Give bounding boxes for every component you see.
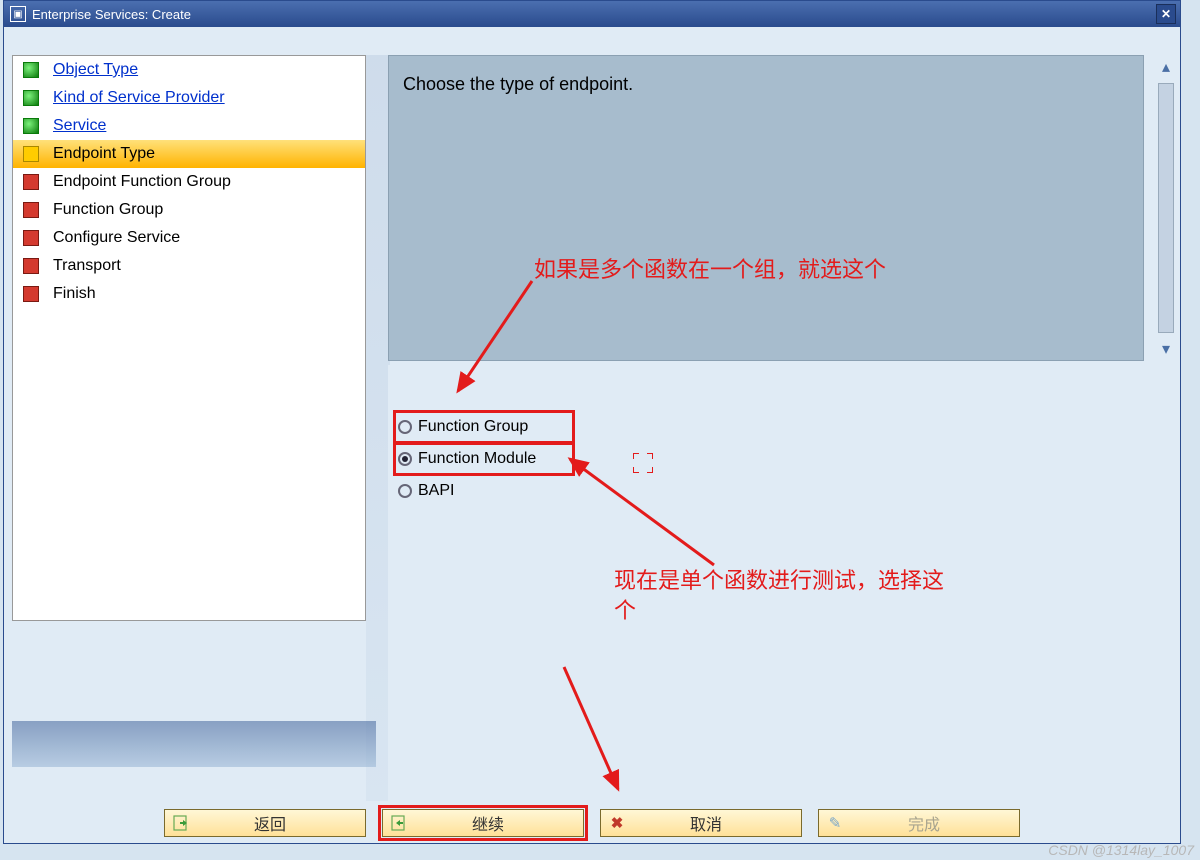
window-icon: ▣	[10, 6, 26, 22]
sidebar-item-label: Configure Service	[53, 229, 180, 247]
endpoint-type-radio-group: Function Group Function Module BAPI	[394, 411, 574, 507]
continue-icon	[387, 811, 411, 835]
cancel-icon: ✖	[605, 811, 629, 835]
sidebar-item-configure-service[interactable]: Configure Service	[13, 224, 365, 252]
button-label: 返回	[197, 811, 365, 835]
sidebar-item-transport[interactable]: Transport	[13, 252, 365, 280]
button-bar: 返回 继续 ✖ 取消 ✎ 完成	[4, 803, 1180, 843]
window-title: Enterprise Services: Create	[32, 7, 191, 22]
decor-vstripe	[366, 55, 390, 801]
button-label: 完成	[851, 811, 1019, 835]
status-icon-pending	[23, 174, 39, 190]
scroll-down-icon[interactable]: ▾	[1154, 337, 1178, 361]
info-panel: Choose the type of endpoint.	[388, 55, 1144, 361]
dialog-window: ▣ Enterprise Services: Create ✕ Object T…	[3, 0, 1181, 844]
sidebar-item-service[interactable]: Service	[13, 112, 365, 140]
annotation-bottom-1: 现在是单个函数进行测试，选择这	[614, 563, 944, 595]
status-icon-done	[23, 118, 39, 134]
radio-icon	[398, 484, 412, 498]
watermark: CSDN @1314lay_1007	[1048, 842, 1194, 858]
dialog-body: Object Type Kind of Service Provider Ser…	[4, 27, 1180, 843]
radio-function-group[interactable]: Function Group	[394, 411, 574, 443]
radio-label: BAPI	[418, 482, 454, 500]
finish-button: ✎ 完成	[818, 809, 1020, 837]
radio-function-module[interactable]: Function Module	[394, 443, 574, 475]
sidebar-item-endpoint-function-group[interactable]: Endpoint Function Group	[13, 168, 365, 196]
crop-marks	[633, 453, 653, 473]
sidebar-item-finish[interactable]: Finish	[13, 280, 365, 308]
wizard-sidebar: Object Type Kind of Service Provider Ser…	[12, 55, 366, 621]
info-text: Choose the type of endpoint.	[403, 74, 633, 94]
finish-icon: ✎	[823, 811, 847, 835]
continue-button[interactable]: 继续	[382, 809, 584, 837]
cancel-button[interactable]: ✖ 取消	[600, 809, 802, 837]
status-icon-pending	[23, 286, 39, 302]
scroll-track[interactable]	[1158, 83, 1174, 333]
sidebar-item-label: Finish	[53, 285, 96, 303]
decor-bottom	[12, 721, 376, 767]
sidebar-item-function-group[interactable]: Function Group	[13, 196, 365, 224]
back-icon	[169, 811, 193, 835]
annotation-top: 如果是多个函数在一个组，就选这个	[534, 252, 886, 284]
sidebar-item-endpoint-type[interactable]: Endpoint Type	[13, 140, 365, 168]
radio-label: Function Group	[418, 418, 528, 436]
sidebar-item-label: Function Group	[53, 201, 163, 219]
sidebar-item-label: Object Type	[53, 61, 138, 79]
button-label: 取消	[633, 811, 801, 835]
status-icon-pending	[23, 202, 39, 218]
back-button[interactable]: 返回	[164, 809, 366, 837]
status-icon-current	[23, 146, 39, 162]
status-icon-done	[23, 90, 39, 106]
status-icon-done	[23, 62, 39, 78]
radio-bapi[interactable]: BAPI	[394, 475, 574, 507]
sidebar-item-kind-provider[interactable]: Kind of Service Provider	[13, 84, 365, 112]
titlebar: ▣ Enterprise Services: Create ✕	[4, 1, 1180, 27]
annotation-bottom-2: 个	[614, 593, 636, 625]
close-icon: ✕	[1161, 7, 1171, 21]
scroll-up-icon[interactable]: ▴	[1154, 55, 1178, 79]
sidebar-item-label: Transport	[53, 257, 121, 275]
button-label: 继续	[415, 811, 583, 835]
radio-icon-selected	[398, 452, 412, 466]
sidebar-item-label: Endpoint Type	[53, 145, 155, 163]
close-button[interactable]: ✕	[1156, 4, 1176, 24]
sidebar-item-label: Kind of Service Provider	[53, 89, 225, 107]
status-icon-pending	[23, 230, 39, 246]
sidebar-item-label: Service	[53, 117, 106, 135]
radio-icon	[398, 420, 412, 434]
sidebar-item-label: Endpoint Function Group	[53, 173, 231, 191]
sidebar-item-object-type[interactable]: Object Type	[13, 56, 365, 84]
info-scrollbar[interactable]: ▴ ▾	[1154, 55, 1178, 361]
status-icon-pending	[23, 258, 39, 274]
radio-label: Function Module	[418, 450, 536, 468]
